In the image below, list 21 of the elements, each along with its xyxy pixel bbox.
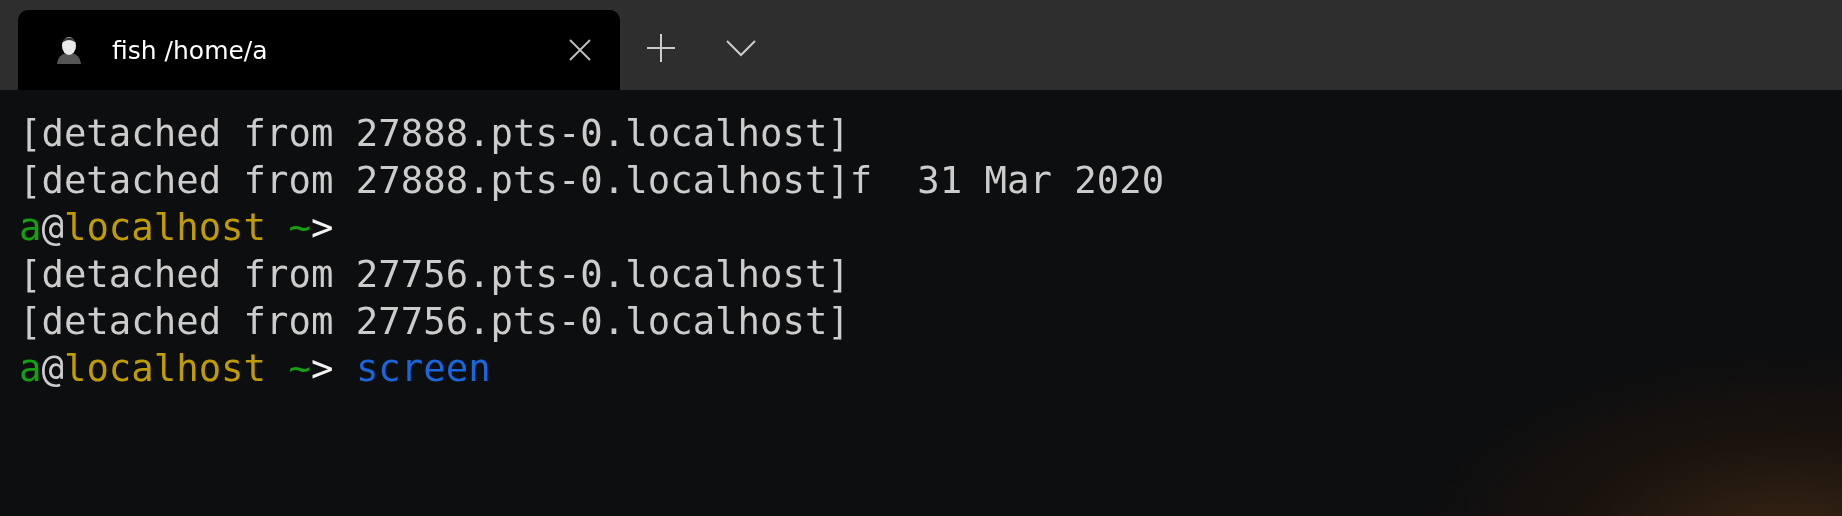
terminal-text: localhost bbox=[63, 346, 267, 390]
terminal-text: [detached from 27888.pts-0.localhost] bbox=[19, 111, 850, 155]
terminal-tab[interactable]: fish /home/a bbox=[18, 10, 620, 90]
terminal-text: a bbox=[19, 346, 42, 390]
terminal-text: ~ bbox=[287, 205, 311, 249]
terminal-text: > bbox=[310, 205, 334, 249]
terminal-text: screen bbox=[354, 346, 491, 390]
terminal-text: > bbox=[310, 346, 334, 390]
terminal-text: [detached from 27888.pts-0.localhost]f 31 Mar 2020 bbox=[19, 158, 1165, 202]
chevron-down-icon bbox=[726, 39, 756, 57]
terminal-text: @ bbox=[41, 205, 64, 249]
tab-title: fish /home/a bbox=[112, 35, 269, 65]
terminal-text: [detached from 27756.pts-0.localhost] bbox=[19, 299, 850, 343]
terminal-text: localhost bbox=[63, 205, 267, 249]
user-silhouette-icon bbox=[56, 36, 82, 64]
plus-icon bbox=[646, 33, 676, 63]
terminal-text: [detached from 27756.pts-0.localhost] bbox=[19, 252, 850, 296]
close-icon bbox=[569, 39, 591, 61]
terminal-text: a bbox=[19, 205, 42, 249]
terminal-text: @ bbox=[41, 346, 64, 390]
terminal-text: ~ bbox=[287, 346, 311, 390]
